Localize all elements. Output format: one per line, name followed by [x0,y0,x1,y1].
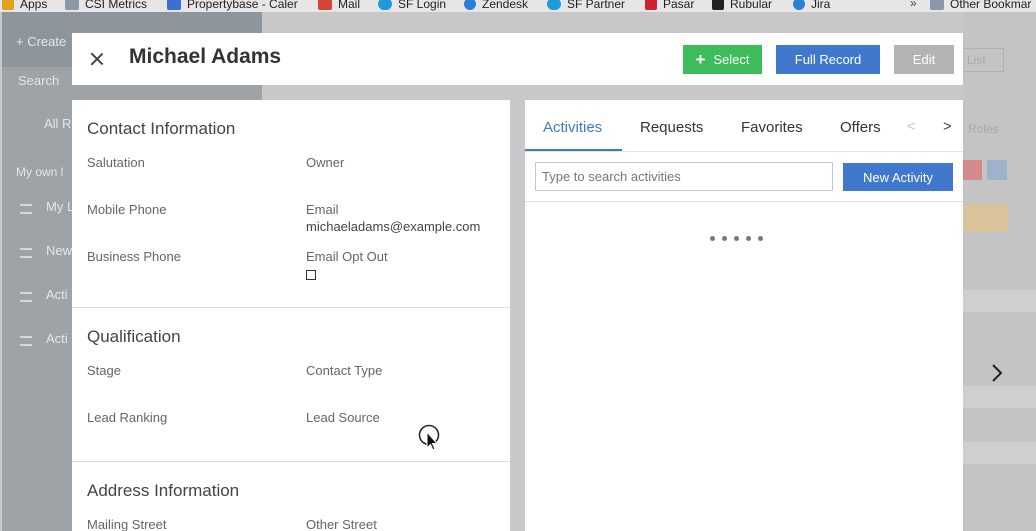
loading-spinner [710,236,763,241]
qualification-title: Qualification [87,327,181,346]
bookmark-pasar[interactable]: Pasar [645,0,694,11]
bookmark-zendesk[interactable]: Zendesk [464,0,528,11]
activity-panel: Activities Requests Favorites Offers < >… [525,100,963,531]
email-label: Email [306,202,339,217]
record-header: Michael Adams + Select Full Record Edit [72,33,963,85]
salutation-label: Salutation [87,155,145,170]
select-button[interactable]: + Select [683,45,762,74]
email-opt-out-checkbox[interactable] [306,270,316,280]
bookmark-csi-metrics[interactable]: CSI Metrics [65,0,147,11]
folder-icon [65,0,79,10]
mouse-cursor-icon [418,424,440,451]
salesforce-cloud-icon [547,0,561,10]
section-divider [72,307,510,308]
calendar-icon [167,0,181,10]
lead-source-label: Lead Source [306,410,380,425]
mobile-phone-label: Mobile Phone [87,202,167,217]
bookmark-sf-login[interactable]: SF Login [378,0,446,11]
bookmarks-bar: Apps CSI Metrics Propertybase - Caler Ma… [0,0,1036,12]
background-create-label: + Create [16,34,67,49]
record-title: Michael Adams [129,45,282,68]
rubular-icon [712,0,724,10]
owner-label: Owner [306,155,345,170]
activity-search-input[interactable] [535,162,833,191]
full-record-button[interactable]: Full Record [776,45,880,74]
plus-icon: + [695,50,706,69]
bookmark-apps[interactable]: Apps [2,0,47,11]
chevron-right-icon[interactable] [990,364,1004,382]
bookmark-jira[interactable]: Jira [793,0,830,11]
stage-label: Stage [87,363,121,378]
tabs-next-icon[interactable]: > [943,118,952,135]
contact-type-label: Contact Type [306,363,383,378]
tab-favorites[interactable]: Favorites [741,119,803,136]
bookmark-other[interactable]: Other Bookmar [930,0,1031,11]
bookmark-rubular[interactable]: Rubular [712,0,772,11]
section-divider [72,461,510,462]
gmail-icon [318,0,332,10]
bookmark-mail[interactable]: Mail [318,0,360,11]
bookmark-propertybase[interactable]: Propertybase - Caler [167,0,298,11]
bookmarks-overflow-icon[interactable]: » [910,0,917,10]
record-details-panel: Contact Information Salutation Owner Mob… [72,100,510,531]
close-icon[interactable] [89,51,105,67]
pasar-icon [645,0,657,10]
contact-information-title: Contact Information [87,119,236,138]
new-activity-button[interactable]: New Activity [843,163,953,191]
bookmark-sf-partner[interactable]: SF Partner [547,0,625,11]
apps-grid-icon [2,0,14,10]
lead-ranking-label: Lead Ranking [87,410,168,425]
tab-activities[interactable]: Activities [543,119,602,136]
email-value[interactable]: michaeladams@example.com [306,219,480,234]
background-my-own-label: My own l [16,165,64,179]
tab-offers[interactable]: Offers [840,119,881,136]
address-information-title: Address Information [87,481,240,500]
salesforce-cloud-icon [378,0,392,10]
background-list-button: List [960,48,1004,72]
business-phone-label: Business Phone [87,249,181,264]
tabs-prev-icon[interactable]: < [907,118,916,135]
background-search: Search [18,73,60,88]
background-all-label: All R [44,116,72,131]
other-street-label: Other Street [306,517,377,531]
folder-icon [930,0,944,10]
zendesk-icon [464,0,476,10]
tab-requests[interactable]: Requests [640,119,703,136]
jira-icon [793,0,805,10]
edit-button[interactable]: Edit [894,45,954,74]
email-opt-out-label: Email Opt Out [306,249,388,264]
mailing-street-label: Mailing Street [87,517,167,531]
